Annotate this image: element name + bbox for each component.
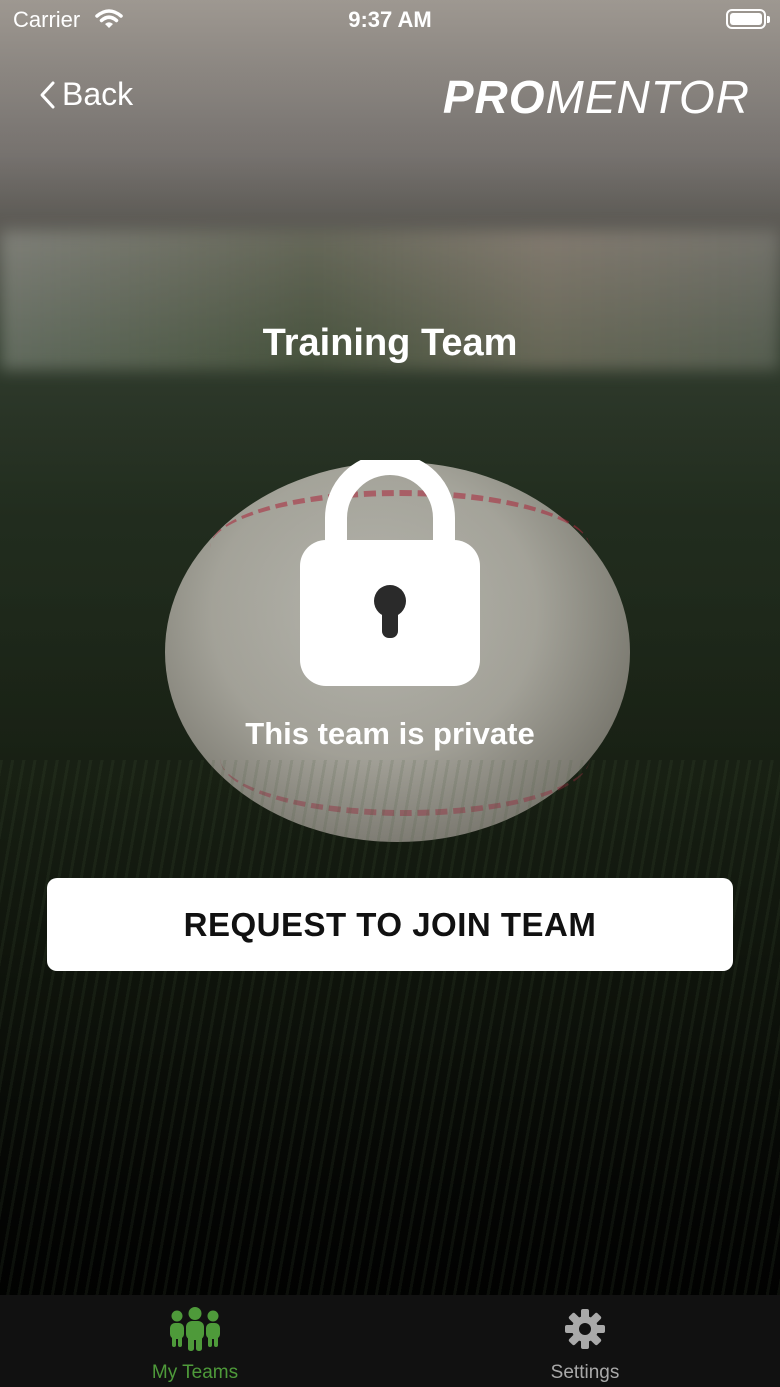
team-icon	[0, 1307, 390, 1358]
tab-settings-label: Settings	[550, 1362, 620, 1383]
grass	[0, 760, 780, 1295]
tab-my-teams[interactable]: My Teams	[0, 1295, 390, 1387]
back-label: Back	[62, 76, 134, 112]
tab-settings[interactable]: Settings	[390, 1295, 780, 1387]
tab-my-teams-label: My Teams	[151, 1362, 239, 1383]
team-name: Training Team	[262, 322, 518, 364]
tab-bar: My Teams Settings	[0, 1295, 780, 1387]
lock-icon	[298, 453, 482, 693]
gear-icon	[390, 1307, 780, 1356]
back-button[interactable]: Back	[38, 76, 133, 113]
battery-icon	[726, 9, 770, 29]
clock: 9:37 AM	[348, 7, 432, 32]
request-to-join-button[interactable]: REQUEST TO JOIN TEAM	[47, 878, 733, 971]
chevron-left-icon	[40, 81, 55, 108]
status-bar: Carrier 9:37 AM	[0, 0, 780, 40]
promentor-logo: PROMENTOR	[443, 70, 750, 124]
logo-mentor: MENTOR	[545, 71, 750, 123]
logo-pro: PRO	[442, 71, 546, 123]
privacy-message: This team is private	[245, 716, 535, 751]
